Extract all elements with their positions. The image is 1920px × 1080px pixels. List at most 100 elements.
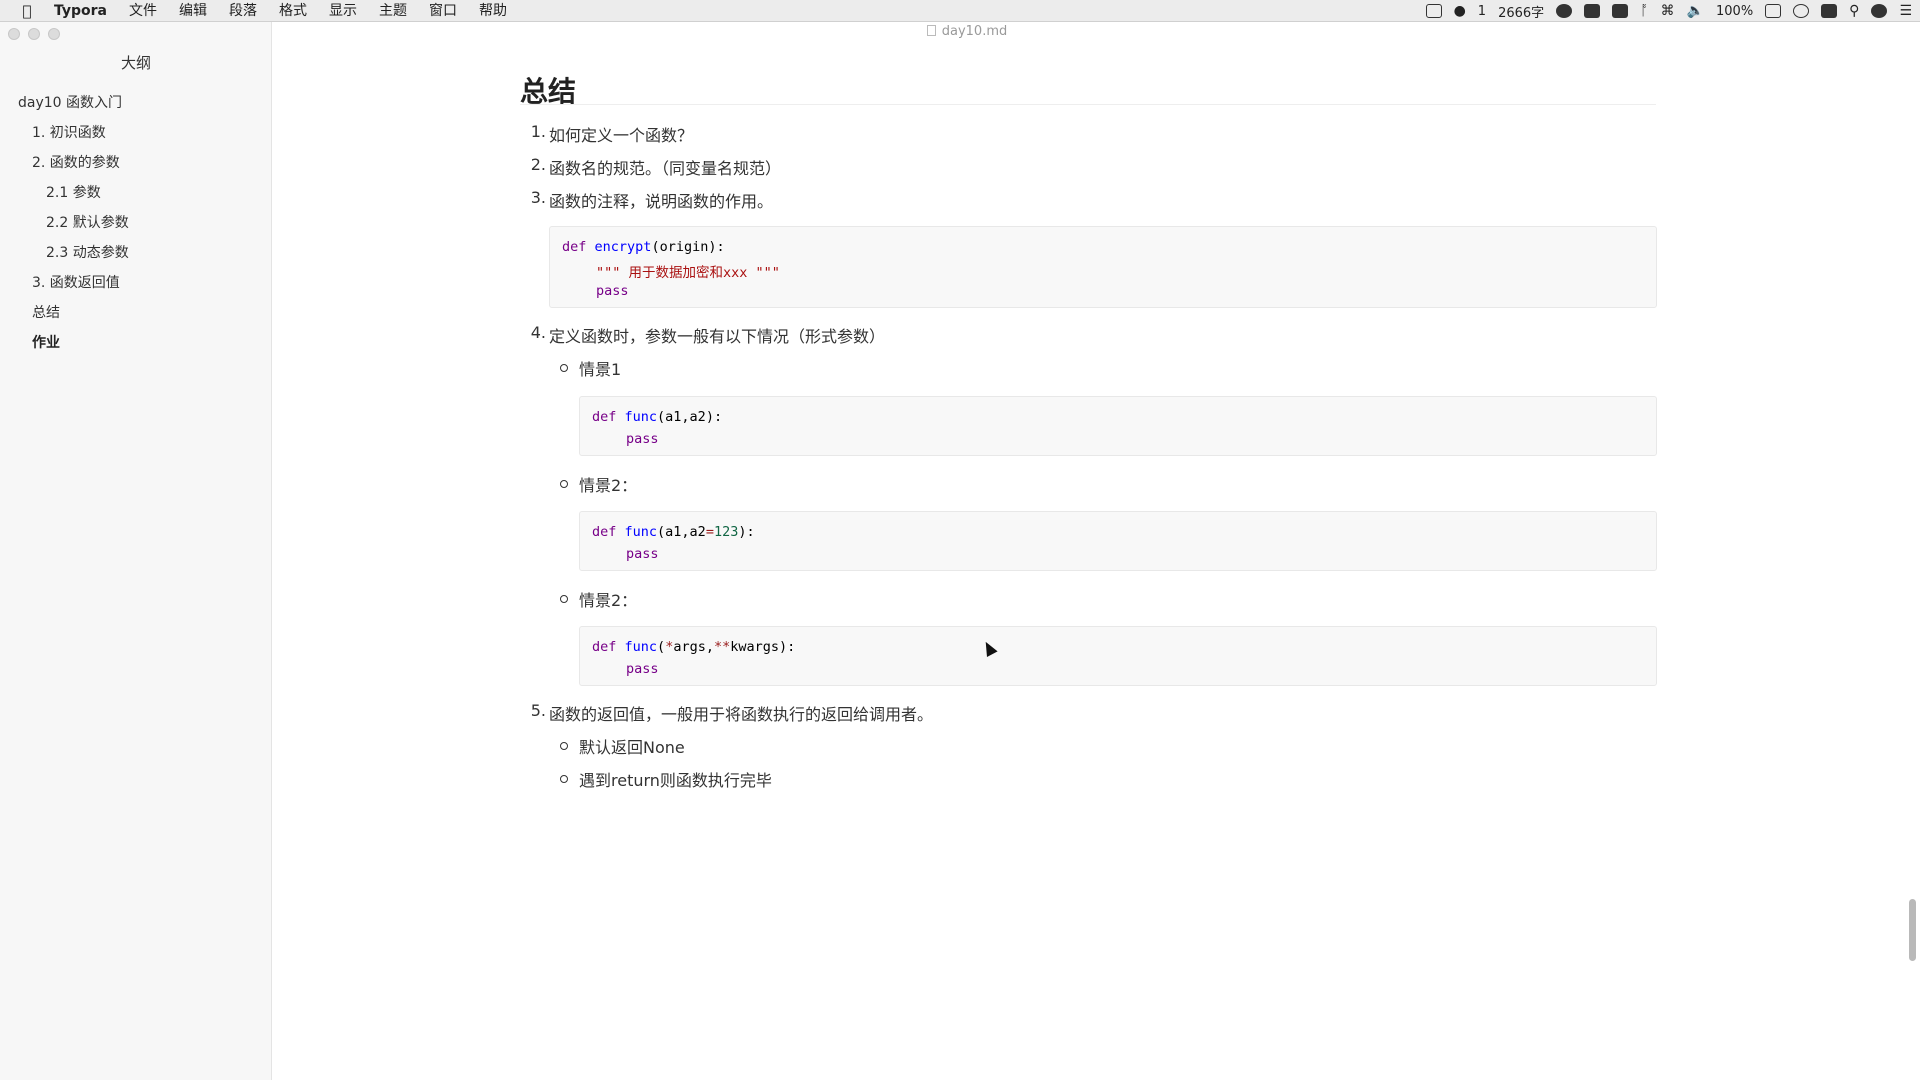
battery-percent: 100% <box>1716 3 1754 19</box>
notification-center-icon[interactable]: ☰ <box>1899 4 1912 18</box>
code-line: pass <box>596 283 629 299</box>
bullet-icon <box>560 775 568 783</box>
bullet-icon <box>560 742 568 750</box>
code-line: def func(a1,a2=123): <box>592 524 755 540</box>
code-keyword: pass <box>596 283 629 299</box>
search-icon[interactable]: ⚲ <box>1849 4 1859 18</box>
minimize-window-button[interactable] <box>28 28 40 40</box>
menu-paragraph[interactable]: 段落 <box>218 0 268 22</box>
code-line: """ 用于数据加密和xxx """ <box>596 261 780 281</box>
siri-icon[interactable] <box>1871 4 1888 18</box>
list-item-5[interactable]: 函数的返回值，一般用于将函数执行的返回给调用者。 <box>549 701 933 725</box>
file-icon <box>926 25 936 36</box>
bullet-icon <box>560 480 568 488</box>
list-number-5: 5. <box>530 701 546 720</box>
bullet-icon <box>560 364 568 372</box>
outline-item-return[interactable]: 3. 函数返回值 <box>32 272 120 292</box>
menu-format[interactable]: 格式 <box>268 0 318 22</box>
code-line: def func(*args,**kwargs): <box>592 639 795 655</box>
code-keyword: def <box>592 524 617 540</box>
code-operator: = <box>705 524 714 540</box>
code-text: (origin): <box>651 239 725 255</box>
editor-area[interactable]: 总结 1. 如何定义一个函数？ 2. 函数名的规范。（同变量名规范） 3. 函数… <box>272 44 1920 1080</box>
code-function-name: func <box>624 524 658 540</box>
code-number: 123 <box>713 524 739 540</box>
list-number-2: 2. <box>530 155 546 174</box>
code-keyword: def <box>592 639 617 655</box>
code-keyword: pass <box>626 431 659 447</box>
list-item-4[interactable]: 定义函数时，参数一般有以下情况（形式参数） <box>549 323 885 347</box>
clock-icon[interactable] <box>1793 4 1810 18</box>
code-text: ): <box>779 639 796 655</box>
sub-item-scenario-2[interactable]: 情景2： <box>579 472 637 496</box>
outline-item-day10[interactable]: day10 函数入门 <box>18 92 122 112</box>
code-keyword: pass <box>626 661 659 677</box>
list-item-2[interactable]: 函数名的规范。（同变量名规范） <box>549 155 781 179</box>
menu-help[interactable]: 帮助 <box>468 0 518 22</box>
code-line: pass <box>626 546 659 562</box>
apple-menu-icon[interactable]:  <box>0 2 54 20</box>
code-function-name: func <box>624 639 658 655</box>
outline-item-params[interactable]: 2. 函数的参数 <box>32 152 120 172</box>
list-item-1[interactable]: 如何定义一个函数？ <box>549 122 693 146</box>
sub-item-scenario-1[interactable]: 情景1 <box>579 356 621 380</box>
code-keyword: def <box>562 239 587 255</box>
outline-title: 大纲 <box>120 54 151 72</box>
code-text: ): <box>738 524 755 540</box>
code-text: args, <box>673 639 714 655</box>
status-icon-a[interactable] <box>1556 4 1573 18</box>
vertical-scrollbar[interactable] <box>1909 899 1916 961</box>
menu-file[interactable]: 文件 <box>118 0 168 22</box>
wechat-icon[interactable]: ● <box>1454 4 1466 18</box>
sub-item-scenario-3[interactable]: 情景2： <box>579 587 637 611</box>
status-tray: ● 1 2666字 ᚩ ⌘ 🔈 100% ⚲ ☰ <box>1425 0 1912 22</box>
code-line: def func(a1,a2): <box>592 409 722 425</box>
status-icon-c[interactable] <box>1612 4 1629 18</box>
bluetooth-icon[interactable]: ᚩ <box>1640 4 1648 18</box>
outline-sidebar: 大纲 day10 函数入门 1. 初识函数 2. 函数的参数 2.1 参数 2.… <box>0 22 272 1080</box>
wifi-icon[interactable]: ⌘ <box>1661 4 1675 18</box>
code-text: kwargs <box>730 639 780 655</box>
code-text: (a1,a2): <box>657 409 723 425</box>
close-window-button[interactable] <box>8 28 20 40</box>
code-operator: ** <box>713 639 731 655</box>
outline-item-param-2-2[interactable]: 2.2 默认参数 <box>46 212 129 232</box>
code-docstring: """ 用于数据加密和xxx """ <box>596 265 780 281</box>
menu-app-name[interactable]: Typora <box>54 0 118 22</box>
code-line: pass <box>626 661 659 677</box>
menu-window[interactable]: 窗口 <box>418 0 468 22</box>
volume-icon[interactable]: 🔈 <box>1687 4 1704 18</box>
list-number-1: 1. <box>530 122 546 141</box>
menu-edit[interactable]: 编辑 <box>168 0 218 22</box>
sub-item-default-return[interactable]: 默认返回None <box>579 734 685 758</box>
word-count[interactable]: 2666字 <box>1498 2 1544 21</box>
bullet-icon <box>560 595 568 603</box>
code-block-encrypt[interactable]: def encrypt(origin): """ 用于数据加密和xxx """ … <box>549 226 1657 308</box>
sub-item-return-ends[interactable]: 遇到return则函数执行完毕 <box>579 767 772 791</box>
outline-item-param-2-3[interactable]: 2.3 动态参数 <box>46 242 129 262</box>
code-line: pass <box>626 431 659 447</box>
wechat-count: 1 <box>1477 3 1487 19</box>
code-block-func-2[interactable]: def func(a1,a2=123): pass <box>579 511 1657 571</box>
battery-icon[interactable] <box>1765 4 1782 18</box>
menu-theme[interactable]: 主题 <box>368 0 418 22</box>
menu-view[interactable]: 显示 <box>318 0 368 22</box>
heading-divider <box>520 104 1656 105</box>
status-icon-b[interactable] <box>1584 4 1601 18</box>
code-function-name: func <box>624 409 658 425</box>
code-function-name: encrypt <box>594 239 652 255</box>
code-block-func-1[interactable]: def func(a1,a2): pass <box>579 396 1657 456</box>
menu-bar:  Typora 文件 编辑 段落 格式 显示 主题 窗口 帮助 ● 1 266… <box>0 0 1920 22</box>
zoom-window-button[interactable] <box>48 28 60 40</box>
outline-item-summary[interactable]: 总结 <box>32 302 60 322</box>
screen-record-icon[interactable] <box>1425 4 1442 18</box>
sync-icon[interactable] <box>1821 4 1838 18</box>
window-controls <box>8 28 60 40</box>
outline-item-homework[interactable]: 作业 <box>32 332 60 352</box>
outline-item-param-2-1[interactable]: 2.1 参数 <box>46 182 101 202</box>
code-keyword: pass <box>626 546 659 562</box>
code-block-func-3[interactable]: def func(*args,**kwargs): pass <box>579 626 1657 686</box>
outline-item-intro[interactable]: 1. 初识函数 <box>32 122 106 142</box>
list-item-3[interactable]: 函数的注释，说明函数的作用。 <box>549 188 773 212</box>
list-number-4: 4. <box>530 323 546 342</box>
